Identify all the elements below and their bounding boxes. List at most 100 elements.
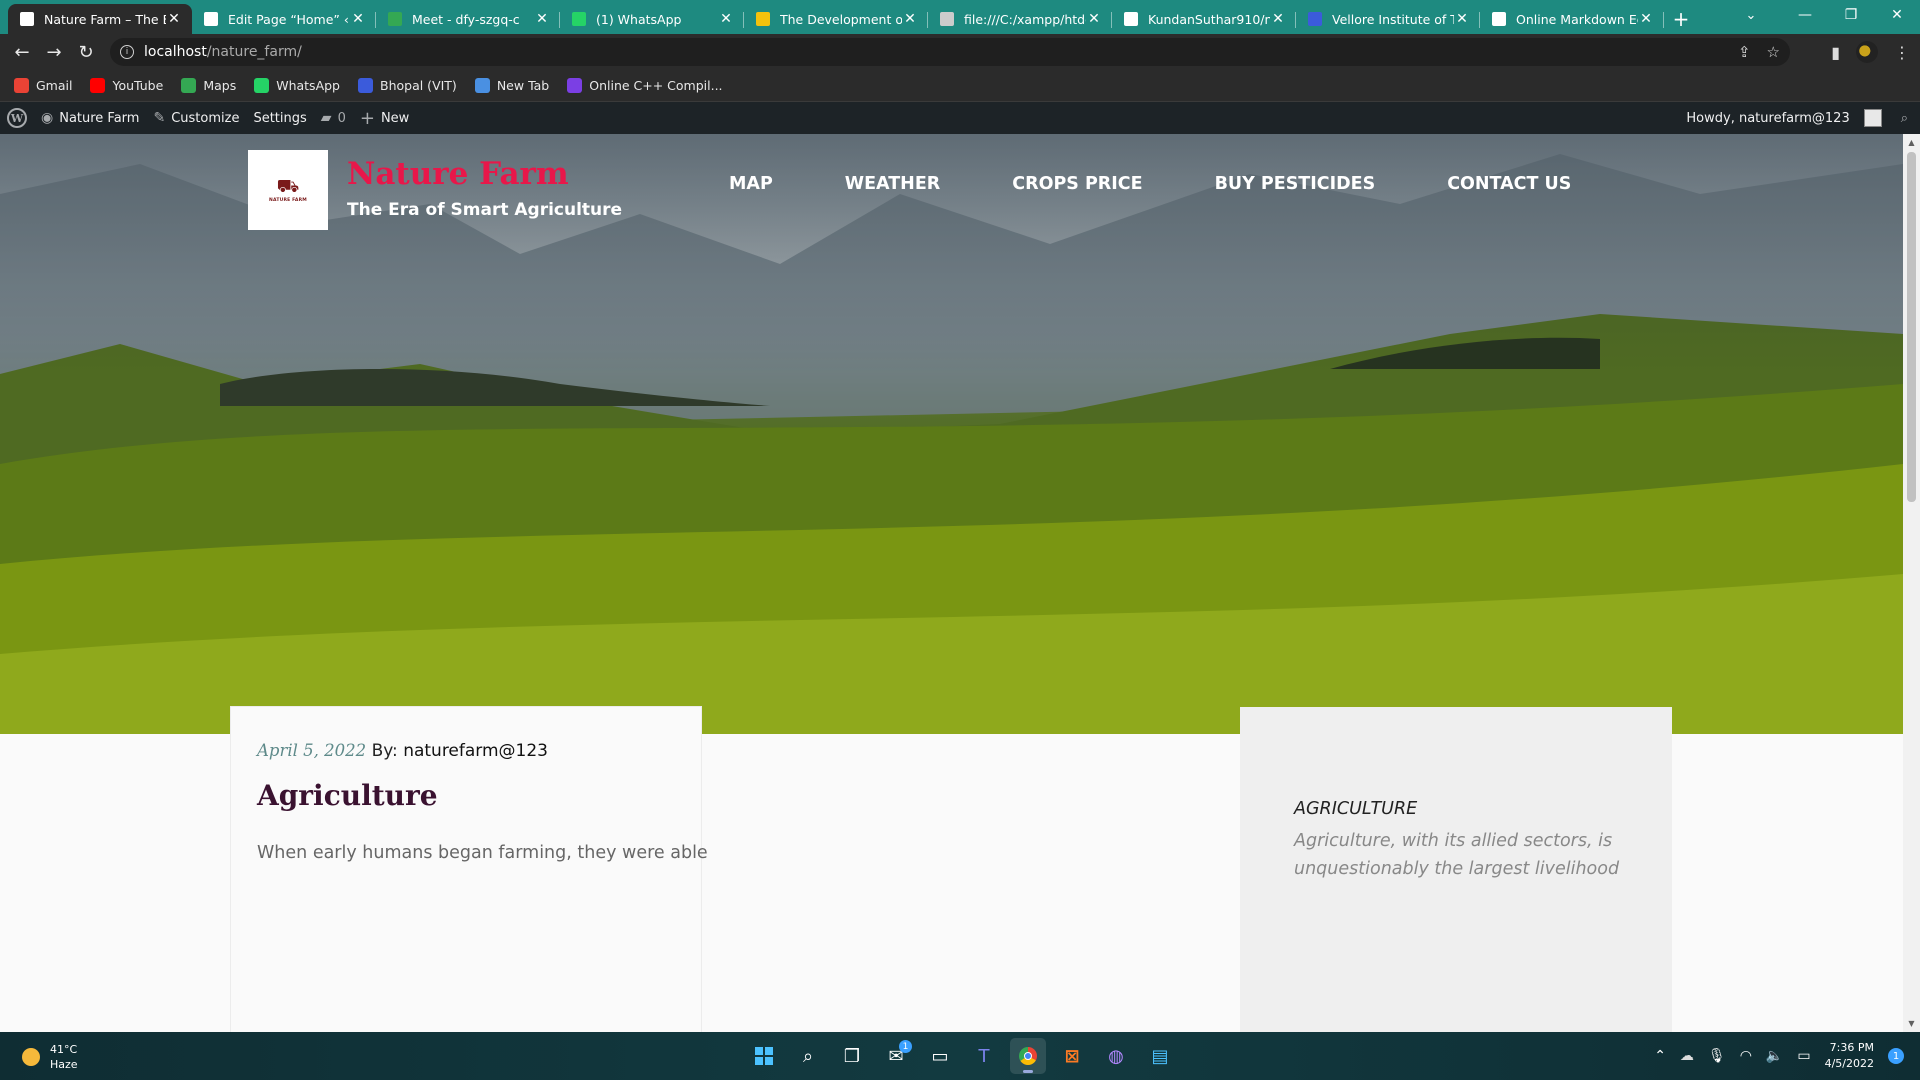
newtab-icon — [474, 78, 490, 93]
task-view-icon[interactable]: ❐ — [834, 1038, 870, 1074]
page-scrollbar[interactable]: ▲ ▼ — [1903, 134, 1920, 1032]
close-tab-icon[interactable]: ✕ — [350, 11, 366, 27]
system-tray: ⌃ ☁ 🎙 ◠ 🔈 ▭ 7:36 PM 4/5/2022 1 — [1654, 1038, 1904, 1074]
browser-tab[interactable]: Online Markdown Edit✕ — [1480, 4, 1664, 34]
scroll-up-icon[interactable]: ▲ — [1903, 134, 1920, 151]
nav-item-map[interactable]: MAP — [729, 174, 773, 194]
scroll-down-icon[interactable]: ▼ — [1903, 1015, 1920, 1032]
bookmark-item[interactable]: Maps — [181, 78, 236, 93]
close-tab-icon[interactable]: ✕ — [534, 11, 550, 27]
volume-icon[interactable]: 🔈 — [1766, 1048, 1783, 1064]
battery-icon[interactable]: ▭ — [1797, 1048, 1810, 1064]
minimize-icon[interactable]: — — [1782, 0, 1828, 30]
youtube-icon — [90, 78, 106, 93]
chrome-icon[interactable] — [1010, 1038, 1046, 1074]
tab-title: Meet - dfy-szgq-c — [412, 11, 520, 27]
desktop-icon[interactable]: ▭ — [922, 1038, 958, 1074]
forward-icon[interactable]: → — [38, 36, 70, 68]
post-date[interactable]: April 5, 2022 — [257, 741, 366, 760]
restore-icon[interactable]: ❐ — [1828, 0, 1874, 30]
tab-search-icon[interactable]: ⌄ — [1728, 0, 1774, 30]
bookmark-item[interactable]: Gmail — [14, 78, 72, 93]
browser-tab[interactable]: Meet - dfy-szgq-c ✕ — [376, 4, 560, 34]
settings-link[interactable]: Settings — [246, 102, 313, 134]
dashboard-icon: ◉ — [41, 110, 54, 126]
browser-toolbar: ← → ↻ i localhost/nature_farm/ ⇪ ☆ ▮ ⋮ — [0, 34, 1920, 70]
post-card: April 5, 2022 By: naturefarm@123 Agricul… — [230, 706, 708, 1032]
new-content-menu[interactable]: + New — [353, 102, 416, 134]
brush-icon: ✎ — [153, 110, 166, 126]
nav-item-crops-price[interactable]: CROPS PRICE — [1012, 174, 1142, 194]
post-title[interactable]: Agriculture — [257, 779, 438, 812]
close-tab-icon[interactable]: ✕ — [1454, 11, 1470, 27]
github-desktop-icon[interactable]: ◍ — [1098, 1038, 1134, 1074]
post-author[interactable]: naturefarm@123 — [403, 741, 548, 761]
close-tab-icon[interactable]: ✕ — [902, 11, 918, 27]
weather-widget[interactable]: 41°C Haze — [22, 1042, 78, 1072]
browser-tab[interactable]: The Development of A✕ — [744, 4, 928, 34]
tab-title: Edit Page “Home” ‹ Na — [228, 11, 350, 27]
site-name-menu[interactable]: ◉ Nature Farm — [34, 102, 146, 134]
site-info-icon[interactable]: i — [120, 45, 134, 59]
back-icon[interactable]: ← — [6, 36, 38, 68]
side-panel-icon[interactable]: ▮ — [1831, 43, 1840, 62]
close-tab-icon[interactable]: ✕ — [718, 11, 734, 27]
browser-tab[interactable]: (1) WhatsApp ✕ — [560, 4, 744, 34]
browser-tab[interactable]: Nature Farm – The Era✕ — [8, 4, 192, 34]
my-account-menu[interactable]: Howdy, naturefarm@123 — [1679, 102, 1888, 134]
taskbar-apps: ⌕ ❐ ✉ 1 ▭ T ⊠ ◍ ▤ — [746, 1038, 1178, 1074]
browser-tab[interactable]: KundanSuthar910/nat✕ — [1112, 4, 1296, 34]
browser-tab[interactable]: file:///C:/xampp/htdoc✕ — [928, 4, 1112, 34]
profile-avatar[interactable] — [1856, 41, 1878, 63]
bookmark-item[interactable]: WhatsApp — [254, 78, 340, 93]
start-icon[interactable] — [746, 1038, 782, 1074]
sidebar-widget: AGRICULTURE Agriculture, with its allied… — [1240, 707, 1672, 1032]
share-icon[interactable]: ⇪ — [1738, 43, 1751, 61]
teams-icon[interactable]: T — [966, 1038, 1002, 1074]
onedrive-icon[interactable]: ☁ — [1680, 1048, 1694, 1064]
xampp-icon[interactable]: ⊠ — [1054, 1038, 1090, 1074]
admin-search-icon[interactable]: ⌕ — [1889, 102, 1920, 134]
close-tab-icon[interactable]: ✕ — [166, 11, 182, 27]
site-tagline: The Era of Smart Agriculture — [347, 200, 623, 220]
chat-icon[interactable]: ✉ 1 — [878, 1038, 914, 1074]
bookmark-star-icon[interactable]: ☆ — [1767, 43, 1780, 61]
nav-item-weather[interactable]: WEATHER — [845, 174, 940, 194]
comments-count: 0 — [337, 110, 346, 126]
menu-kebab-icon[interactable]: ⋮ — [1894, 43, 1910, 62]
bookmark-label: YouTube — [112, 78, 164, 93]
address-bar[interactable]: i localhost/nature_farm/ ⇪ ☆ — [110, 38, 1790, 66]
close-tab-icon[interactable]: ✕ — [1086, 11, 1102, 27]
notification-badge[interactable]: 1 — [1888, 1048, 1904, 1064]
customize-link[interactable]: ✎ Customize — [146, 102, 246, 134]
reload-icon[interactable]: ↻ — [70, 36, 102, 68]
wifi-icon[interactable]: ◠ — [1740, 1048, 1752, 1064]
wp-logo-menu[interactable]: W — [0, 102, 34, 134]
close-tab-icon[interactable]: ✕ — [1638, 11, 1654, 27]
browser-tab[interactable]: Edit Page “Home” ‹ Na✕ — [192, 4, 376, 34]
clock[interactable]: 7:36 PM 4/5/2022 — [1825, 1040, 1874, 1072]
browser-tab[interactable]: Vellore Institute of Tec✕ — [1296, 4, 1480, 34]
primary-navigation: MAP WEATHER CROPS PRICE BUY PESTICIDES CONTA… — [729, 174, 1643, 194]
close-window-icon[interactable]: ✕ — [1874, 0, 1920, 30]
chevron-up-icon[interactable]: ⌃ — [1654, 1048, 1666, 1064]
bookmarks-bar: Gmail YouTube Maps WhatsApp Bhopal (VIT) New … — [0, 70, 1920, 102]
site-logo[interactable]: ⛟ NATURE FARM — [248, 150, 328, 230]
bookmark-item[interactable]: YouTube — [90, 78, 163, 93]
site-title[interactable]: Nature Farm — [347, 156, 569, 192]
bookmark-item[interactable]: Online C++ Compil... — [567, 78, 723, 93]
bookmark-item[interactable]: New Tab — [474, 78, 549, 93]
notepad-icon[interactable]: ▤ — [1142, 1038, 1178, 1074]
nav-item-buy-pesticides[interactable]: BUY PESTICIDES — [1215, 174, 1376, 194]
scroll-thumb[interactable] — [1907, 152, 1916, 502]
bookmark-label: Online C++ Compil... — [589, 78, 723, 93]
search-icon[interactable]: ⌕ — [790, 1038, 826, 1074]
bookmark-item[interactable]: Bhopal (VIT) — [358, 78, 457, 93]
tab-title: file:///C:/xampp/htdoc — [964, 11, 1086, 27]
new-tab-button[interactable]: + — [1664, 4, 1698, 34]
microphone-icon[interactable]: 🎙 — [1708, 1048, 1726, 1064]
compiler-icon — [567, 78, 583, 93]
nav-item-contact-us[interactable]: CONTACT US — [1447, 174, 1571, 194]
comments-link[interactable]: ▰ 0 — [314, 102, 353, 134]
close-tab-icon[interactable]: ✕ — [1270, 11, 1286, 27]
